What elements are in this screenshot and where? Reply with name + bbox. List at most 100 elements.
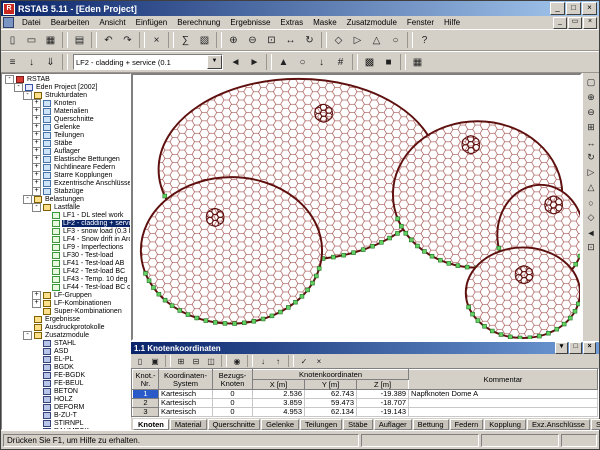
copy-row-icon[interactable]: ◫ bbox=[204, 355, 218, 367]
menu-item[interactable]: Maske bbox=[308, 17, 342, 28]
navigator-item[interactable]: LF4 - Snow drift in Arches bbox=[2, 235, 130, 243]
tree-expander-icon[interactable]: - bbox=[23, 331, 32, 340]
zoom-all-icon[interactable]: ⊞ bbox=[584, 120, 599, 135]
save-icon[interactable]: ▦ bbox=[41, 31, 60, 49]
menu-item[interactable]: Datei bbox=[17, 17, 46, 28]
navigator-item[interactable]: FE-BGDK bbox=[2, 371, 130, 379]
navigator-item[interactable]: HOLZ bbox=[2, 395, 130, 403]
navigator-item[interactable]: Ausdruckprotokolle bbox=[2, 323, 130, 331]
wireframe-icon[interactable]: ▩ bbox=[360, 53, 379, 71]
delete-row-icon[interactable]: ⊟ bbox=[189, 355, 203, 367]
view-x-icon[interactable]: ▷ bbox=[348, 31, 367, 49]
column-header-x[interactable]: X [m] bbox=[253, 380, 305, 390]
view-top-icon[interactable]: ○ bbox=[584, 195, 599, 210]
table-tab[interactable]: Querschnitte bbox=[208, 419, 261, 430]
insert-row-icon[interactable]: ⊞ bbox=[174, 355, 188, 367]
table-row[interactable]: 2 Kartesisch 0 3.859 59.473 -18.707 bbox=[133, 399, 598, 408]
navigator-item[interactable]: STAHL bbox=[2, 339, 130, 347]
z-coordinate-cell[interactable]: -19.143 bbox=[357, 408, 409, 417]
comment-cell[interactable]: Napfknoten Dome A bbox=[409, 390, 598, 399]
menu-item[interactable]: Ansicht bbox=[94, 17, 130, 28]
table-find-icon[interactable]: ◉ bbox=[230, 355, 244, 367]
table-export-icon[interactable]: ↑ bbox=[271, 355, 285, 367]
y-coordinate-cell[interactable]: 62.743 bbox=[305, 390, 357, 399]
navigator-item[interactable]: - Belastungen bbox=[2, 195, 130, 203]
view-y-icon[interactable]: △ bbox=[367, 31, 386, 49]
new-icon[interactable]: ▯ bbox=[3, 31, 22, 49]
next-loadcase-icon[interactable]: ► bbox=[245, 53, 264, 71]
table-panel-maximize-button[interactable]: □ bbox=[569, 342, 582, 354]
column-header-comment[interactable]: Kommentar bbox=[409, 370, 598, 390]
x-coordinate-cell[interactable]: 2.536 bbox=[253, 390, 305, 399]
navigator-item[interactable]: LF9 - Imperfections bbox=[2, 243, 130, 251]
undo-icon[interactable]: ↶ bbox=[99, 31, 118, 49]
navigator-item[interactable]: - Strukturdaten bbox=[2, 91, 130, 99]
menu-item[interactable]: Extras bbox=[275, 17, 308, 28]
tree-expander-icon[interactable]: - bbox=[5, 75, 14, 84]
coordinate-system-cell[interactable]: Kartesisch bbox=[159, 399, 213, 408]
zoom-in-icon[interactable]: ⊕ bbox=[584, 90, 599, 105]
hinges-icon[interactable]: ○ bbox=[293, 53, 312, 71]
tree-expander-icon[interactable]: - bbox=[23, 91, 32, 100]
print-icon[interactable]: ▤ bbox=[70, 31, 89, 49]
navigator-item[interactable]: LF3 - snow load (0.3 kPa) bbox=[2, 227, 130, 235]
table-new-icon[interactable]: ▯ bbox=[133, 355, 147, 367]
column-header-node-nr[interactable]: Knot.- Nr. bbox=[133, 370, 159, 390]
navigator-item[interactable]: + LF-Kombinationen bbox=[2, 299, 130, 307]
table-tab[interactable]: Auflager bbox=[374, 419, 412, 430]
rotate-icon[interactable]: ↻ bbox=[300, 31, 319, 49]
table-tab[interactable]: Knoten bbox=[133, 419, 169, 430]
navigator-item[interactable]: EL-PL bbox=[2, 355, 130, 363]
table-import-icon[interactable]: ↓ bbox=[256, 355, 270, 367]
navigator-item[interactable]: + LF-Gruppen bbox=[2, 291, 130, 299]
table-tab[interactable]: Stäbe bbox=[343, 419, 373, 430]
open-icon[interactable]: ▭ bbox=[22, 31, 41, 49]
isometric-icon[interactable]: ◇ bbox=[584, 210, 599, 225]
navigator-item[interactable]: - Zusatzmodule bbox=[2, 331, 130, 339]
navigator-item[interactable]: FE-BEUL bbox=[2, 379, 130, 387]
isometric-view-icon[interactable]: ◇ bbox=[329, 31, 348, 49]
zoom-window-icon[interactable]: ⊡ bbox=[262, 31, 281, 49]
numbering-icon[interactable]: # bbox=[331, 53, 350, 71]
loadcase-list-icon[interactable]: ≡ bbox=[3, 53, 22, 71]
navigator-item[interactable]: BGDK bbox=[2, 363, 130, 371]
menu-item[interactable]: Berechnung bbox=[172, 17, 225, 28]
navigator-item[interactable]: B-ZU-T bbox=[2, 411, 130, 419]
load-display-icon[interactable]: ↓ bbox=[22, 53, 41, 71]
navigator-item[interactable]: LF42 - Test-load BC bbox=[2, 267, 130, 275]
grid-icon[interactable]: ▦ bbox=[408, 53, 427, 71]
navigator-item[interactable]: + Stabzüge bbox=[2, 187, 130, 195]
calculate-icon[interactable]: ∑ bbox=[176, 31, 195, 49]
reference-node-cell[interactable]: 0 bbox=[213, 408, 253, 417]
pan-view-icon[interactable]: ↔ bbox=[584, 135, 599, 150]
navigator-item[interactable]: + Teilungen bbox=[2, 131, 130, 139]
column-header-y[interactable]: Y [m] bbox=[305, 380, 357, 390]
table-panel-dropdown-button[interactable]: ▾ bbox=[555, 342, 568, 354]
navigator-item[interactable]: + Auflager bbox=[2, 147, 130, 155]
solid-icon[interactable]: ■ bbox=[379, 53, 398, 71]
reference-node-cell[interactable]: 0 bbox=[213, 390, 253, 399]
close-button[interactable]: × bbox=[582, 2, 597, 15]
navigator-item[interactable]: - Eden Project [2002] bbox=[2, 83, 130, 91]
load-values-icon[interactable]: ⇓ bbox=[41, 53, 60, 71]
column-header-coordinate-system[interactable]: Koordinaten- System bbox=[159, 370, 213, 390]
menu-item[interactable]: Fenster bbox=[402, 17, 439, 28]
loads-icon[interactable]: ↓ bbox=[312, 53, 331, 71]
fullscreen-icon[interactable]: ⊡ bbox=[584, 240, 599, 255]
table-panel-close-button[interactable]: × bbox=[583, 342, 596, 354]
navigator-item[interactable]: DEFORM bbox=[2, 403, 130, 411]
rotate-view-icon[interactable]: ↻ bbox=[584, 150, 599, 165]
combobox-dropdown-icon[interactable]: ▼ bbox=[207, 55, 222, 69]
menu-item[interactable]: Hilfe bbox=[439, 17, 465, 28]
row-number-cell[interactable]: 1 bbox=[133, 390, 159, 399]
loadcase-combobox[interactable]: LF2 - cladding + service (0.1 ▼ bbox=[73, 54, 223, 70]
table-tab[interactable]: Material bbox=[170, 419, 207, 430]
navigator-item[interactable]: LF43 - Temp. 10 deg bbox=[2, 275, 130, 283]
supports-icon[interactable]: ▲ bbox=[274, 53, 293, 71]
mdi-minimize-button[interactable]: _ bbox=[553, 17, 567, 29]
navigator-item[interactable]: + Nichtlineare Federn bbox=[2, 163, 130, 171]
pan-icon[interactable]: ↔ bbox=[281, 31, 300, 49]
table-edit-icon[interactable]: ▣ bbox=[148, 355, 162, 367]
table-tab[interactable]: Stabzüge bbox=[591, 419, 600, 430]
row-number-cell[interactable]: 2 bbox=[133, 399, 159, 408]
